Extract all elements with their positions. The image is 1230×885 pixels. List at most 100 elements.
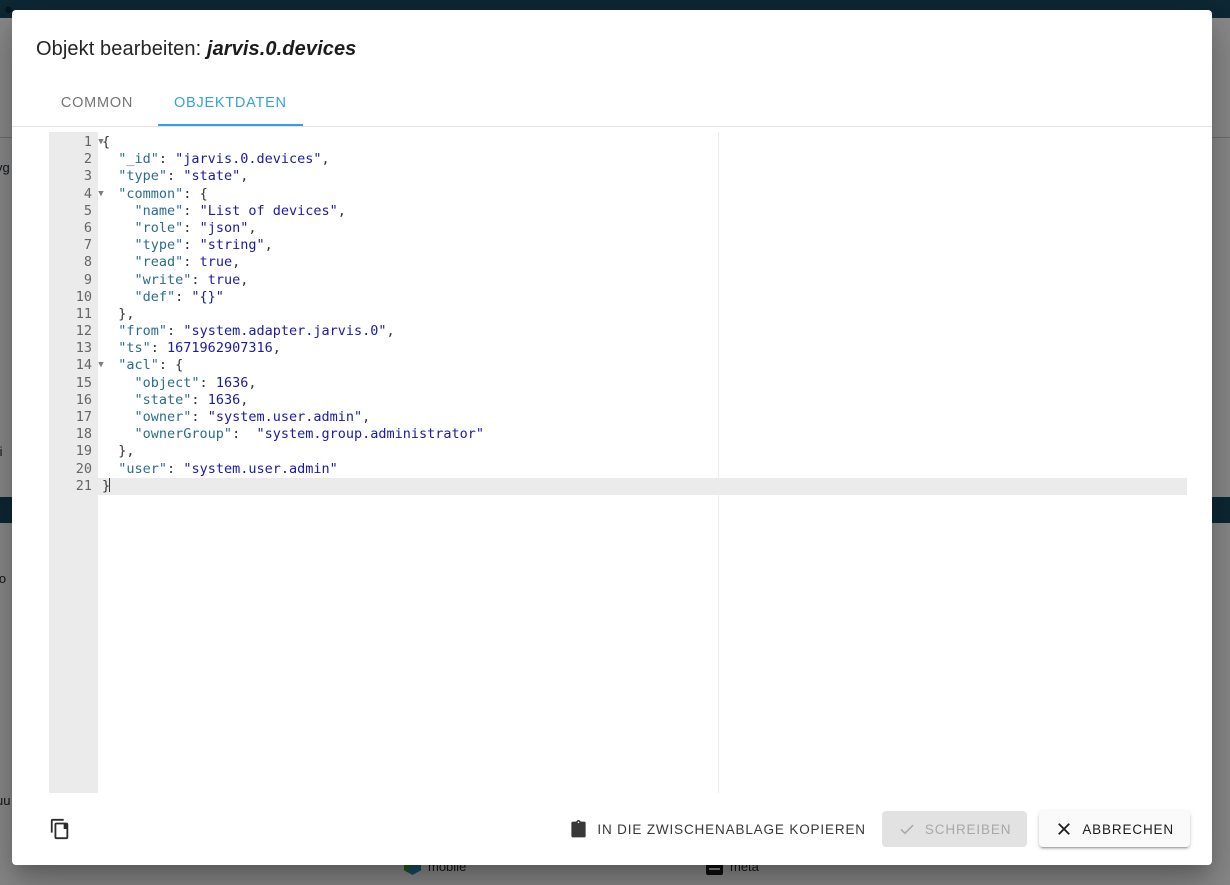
token-punct: , — [232, 254, 241, 271]
gutter-line-1: 1 ▼ — [49, 134, 104, 151]
token-punct: , — [321, 151, 330, 168]
gutter-line-20: 20 — [75, 460, 92, 477]
tab-objektdaten[interactable]: OBJEKTDATEN — [158, 80, 303, 126]
code-line-12: "from": "system.adapter.jarvis.0", — [98, 323, 1187, 340]
code-line-7: "type": "string", — [98, 237, 1187, 254]
token-key: "user" — [118, 460, 168, 477]
code-line-1: { — [98, 134, 1187, 151]
token-punct: : — [232, 426, 257, 443]
tab-common-label: COMMON — [60, 95, 134, 111]
token-punct: : — [167, 460, 184, 477]
token-str: "string" — [199, 237, 265, 254]
token-key: "type" — [134, 237, 184, 254]
token-key: "object" — [134, 374, 200, 391]
code-line-2: "_id": "jarvis.0.devices", — [98, 151, 1187, 168]
code-line-20: "user": "system.user.admin" — [98, 461, 1187, 478]
token-punct: , — [126, 443, 135, 460]
gutter-line-16: 16 — [75, 391, 92, 408]
token-punct: : — [158, 151, 176, 168]
copy-documents-icon-button[interactable] — [42, 811, 78, 847]
token-key: "acl" — [118, 357, 159, 374]
token-num: 1671962907316 — [167, 340, 273, 357]
text-caret — [109, 477, 111, 492]
code-line-21: } — [98, 477, 1187, 495]
token-str: "system.adapter.jarvis.0" — [183, 323, 387, 340]
code-line-19: }, — [98, 443, 1187, 460]
gutter-line-13: 13 — [75, 340, 92, 357]
token-punct: : — [183, 185, 200, 202]
token-str: "system.user.admin" — [183, 460, 338, 477]
token-str: "system.user.admin" — [207, 409, 363, 425]
dialog-action-bar: IN DIE ZWISCHENABLAGE KOPIEREN SCHREIBEN… — [12, 793, 1212, 865]
token-punct: : — [191, 271, 208, 288]
token-key: "common" — [118, 185, 184, 202]
code-line-5: "name": "List of devices", — [98, 203, 1187, 220]
check-icon — [898, 820, 916, 838]
token-key: "write" — [134, 271, 192, 288]
gutter-line-7: 7 — [83, 237, 92, 254]
token-punct: : — [167, 323, 184, 340]
token-punct: : — [175, 288, 192, 305]
copy-to-clipboard-button[interactable]: IN DIE ZWISCHENABLAGE KOPIEREN — [553, 811, 882, 847]
gutter-line-19: 19 — [75, 443, 92, 460]
save-button[interactable]: SCHREIBEN — [881, 811, 1028, 847]
gutter-line-11: 11 — [75, 305, 92, 322]
code-line-8: "read": true, — [98, 254, 1187, 271]
token-key: "role" — [134, 219, 184, 236]
token-bool: true — [207, 271, 241, 288]
code-line-9: "write": true, — [98, 272, 1187, 289]
token-punct: : — [167, 168, 184, 185]
gutter-line-18: 18 — [75, 426, 92, 443]
token-str: "system.group.administrator" — [256, 426, 485, 443]
token-punct: : — [191, 409, 208, 425]
copy-documents-icon — [49, 818, 71, 840]
json-editor[interactable]: 1 ▼ 2 3 4 ▼ 5 6 7 8 9 10 11 12 13 14 ▼ 15 16 17 18 19 20 21 { "… — [49, 132, 1187, 793]
code-line-14: "acl": { — [98, 357, 1187, 374]
code-line-6: "role": "json", — [98, 220, 1187, 237]
gutter-line-6: 6 — [83, 219, 92, 236]
token-brace: { — [102, 134, 111, 150]
dialog-title: Objekt bearbeiten: jarvis.0.devices — [12, 10, 1212, 63]
gutter-line-14: 14 ▼ — [49, 357, 104, 374]
gutter-line-15: 15 — [75, 374, 92, 391]
code-line-13: "ts": 1671962907316, — [98, 340, 1187, 357]
token-punct: , — [362, 409, 371, 425]
gutter-line-21: 21 — [75, 477, 92, 494]
token-punct: , — [386, 323, 395, 340]
close-icon — [1055, 820, 1073, 838]
code-line-17: "owner": "system.user.admin", — [98, 409, 1187, 426]
editor-code-area[interactable]: { "_id": "jarvis.0.devices", "type": "st… — [98, 132, 1187, 793]
token-str: "List of devices" — [199, 202, 338, 219]
dialog-tabs: COMMON OBJEKTDATEN — [12, 80, 1212, 127]
token-str: "json" — [199, 219, 249, 236]
code-line-15: "object": 1636, — [98, 375, 1187, 392]
token-key: "ts" — [118, 340, 151, 357]
dialog-object-id: jarvis.0.devices — [206, 38, 357, 60]
token-punct: : — [183, 219, 200, 236]
token-punct: : — [183, 202, 200, 219]
gutter-line-17: 17 — [75, 409, 92, 425]
token-punct: , — [248, 374, 257, 391]
token-num: 1636 — [207, 391, 241, 408]
dialog-title-prefix: Objekt bearbeiten: — [36, 38, 207, 60]
token-punct: , — [240, 168, 249, 185]
token-punct: , — [272, 340, 281, 357]
token-punct: : — [183, 237, 200, 254]
gutter-line-2: 2 — [83, 151, 92, 168]
cancel-button[interactable]: ABBRECHEN — [1039, 811, 1190, 847]
code-line-4: "common": { — [98, 186, 1187, 203]
token-key: "read" — [134, 254, 184, 271]
token-bool: true — [199, 254, 233, 271]
token-key: "from" — [118, 323, 168, 340]
tab-common[interactable]: COMMON — [36, 80, 158, 126]
token-key: "name" — [134, 202, 184, 219]
gutter-line-10: 10 — [75, 288, 92, 305]
